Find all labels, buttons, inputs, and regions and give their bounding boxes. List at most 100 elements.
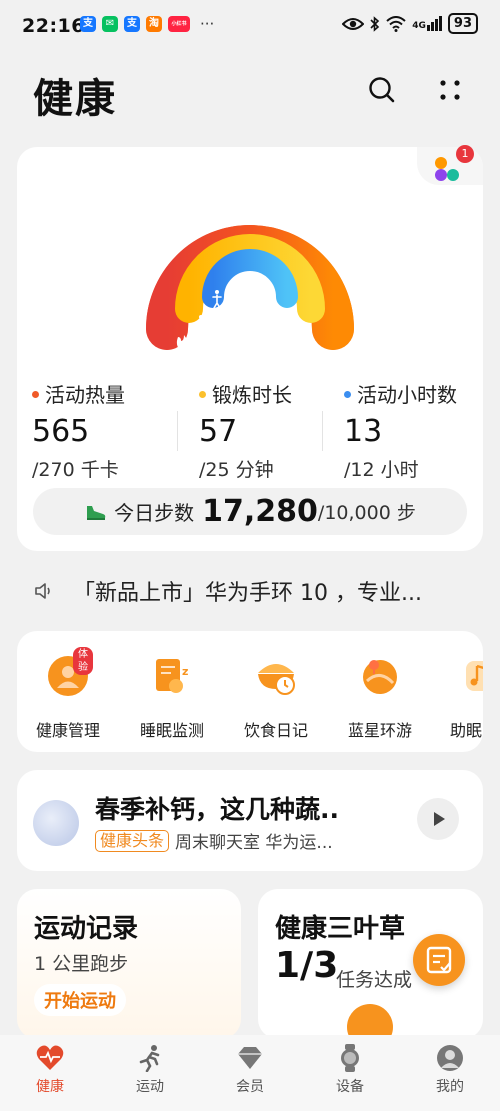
xiaohongshu-icon: 小红书 bbox=[168, 16, 190, 32]
tab-health[interactable]: 健康 bbox=[10, 1044, 90, 1096]
exercise-dot bbox=[199, 391, 206, 398]
page-title: 健康 bbox=[33, 76, 117, 122]
speaker-icon bbox=[35, 583, 50, 599]
tab-devices[interactable]: 设备 bbox=[310, 1044, 390, 1096]
steps-label: 今日步数 bbox=[114, 501, 195, 525]
clover-progress-label: 任务达成 bbox=[336, 969, 413, 991]
notification-count-badge: 1 bbox=[456, 145, 474, 163]
service-label: 睡眠监测 bbox=[139, 721, 204, 740]
metric-value: 565 bbox=[32, 414, 90, 449]
signal-icon: 4G bbox=[412, 16, 442, 31]
search-button[interactable] bbox=[364, 72, 400, 108]
bluetooth-icon bbox=[370, 15, 380, 32]
diamond-icon bbox=[238, 1047, 262, 1069]
svg-text:z: z bbox=[182, 665, 188, 678]
service-label: 健康管理 bbox=[35, 721, 100, 740]
eye-comfort-icon bbox=[342, 17, 365, 30]
health-news-card[interactable]: 春季补钙，这几种蔬.. 健康头条 周末聊天室 华为运... bbox=[17, 770, 483, 871]
search-icon bbox=[369, 77, 395, 103]
sleep-monitor-icon: z bbox=[156, 659, 188, 693]
active-hours-ring bbox=[202, 249, 298, 308]
watch-icon bbox=[341, 1044, 359, 1072]
more-options-button[interactable] bbox=[432, 72, 468, 108]
tab-profile[interactable]: 我的 bbox=[410, 1044, 490, 1096]
exercise-title: 运动记录 bbox=[34, 914, 139, 944]
metric-label-text: 锻炼时长 bbox=[212, 383, 292, 407]
service-label: 助眠 bbox=[450, 721, 483, 740]
metric-goal: /25 分钟 bbox=[199, 459, 274, 481]
news-title: 春季补钙，这几种蔬.. bbox=[95, 795, 339, 824]
metric-label: 活动小时数 bbox=[344, 379, 457, 408]
network-type: 4G bbox=[412, 21, 426, 31]
taobao-icon: 淘 bbox=[146, 16, 162, 32]
clover-graphic bbox=[347, 1004, 393, 1039]
metric-exercise-minutes[interactable]: 锻炼时长 57 /25 分钟 bbox=[199, 379, 292, 482]
play-button[interactable] bbox=[417, 798, 459, 840]
running-icon bbox=[139, 1045, 160, 1072]
exercise-record-card[interactable]: 运动记录 1 公里跑步 开始运动 bbox=[17, 889, 241, 1039]
play-icon bbox=[434, 812, 445, 826]
metric-value: 57 bbox=[199, 414, 238, 449]
activity-rings-chart[interactable] bbox=[17, 147, 483, 377]
activity-rings-card[interactable]: 1 活动热量 565 /270 千卡 锻炼时长 57 /25 分钟 活动小时数 … bbox=[17, 145, 483, 551]
status-app-icons: 支 ✉ 支 淘 小红书 ··· bbox=[80, 16, 214, 32]
more-notifications-icon: ··· bbox=[200, 15, 215, 33]
task-fab-button[interactable] bbox=[413, 934, 465, 986]
active-hours-dot bbox=[344, 391, 351, 398]
metric-label-text: 活动热量 bbox=[45, 383, 125, 407]
metric-label: 活动热量 bbox=[32, 379, 125, 408]
tab-label: 会员 bbox=[236, 1079, 264, 1095]
tab-membership[interactable]: 会员 bbox=[210, 1044, 290, 1096]
metric-active-hours[interactable]: 活动小时数 13 /12 小时 bbox=[344, 379, 457, 482]
shoe-icon bbox=[87, 505, 106, 520]
news-tag: 健康头条 bbox=[95, 829, 170, 852]
service-sleep-aid[interactable]: 助眠 bbox=[436, 645, 483, 741]
service-health-management[interactable]: 体验 健康管理 bbox=[20, 645, 116, 741]
metric-goal: /12 小时 bbox=[344, 459, 419, 481]
feature-badge-button[interactable]: 1 bbox=[417, 145, 483, 185]
exercise-subtitle: 1 公里跑步 bbox=[34, 953, 129, 975]
metric-calories[interactable]: 活动热量 565 /270 千卡 bbox=[32, 379, 125, 482]
checklist-icon bbox=[426, 946, 452, 974]
tab-label: 健康 bbox=[36, 1079, 64, 1095]
clover-progress: 1/3 bbox=[275, 945, 339, 986]
wechat-icon: ✉ bbox=[102, 16, 118, 32]
status-time: 22:16 bbox=[22, 15, 85, 37]
service-sleep-monitor[interactable]: z 睡眠监测 bbox=[124, 645, 220, 741]
steps-summary[interactable]: 今日步数 17,280 /10,000 步 bbox=[33, 488, 467, 535]
blue-planet-icon bbox=[363, 660, 397, 694]
metric-value: 13 bbox=[344, 414, 383, 449]
service-label: 蓝星环游 bbox=[347, 721, 412, 740]
news-thumbnail bbox=[33, 800, 79, 846]
divider bbox=[177, 411, 178, 451]
metric-label-text: 活动小时数 bbox=[357, 383, 457, 407]
profile-icon bbox=[437, 1045, 463, 1071]
steps-value: 17,280 bbox=[202, 494, 318, 529]
alipay-icon: 支 bbox=[124, 16, 140, 32]
tab-label: 我的 bbox=[436, 1079, 464, 1095]
calories-dot bbox=[32, 391, 39, 398]
news-meta: 健康头条 周末聊天室 华为运... bbox=[95, 828, 333, 853]
trial-badge: 体验 bbox=[73, 647, 93, 675]
start-exercise-button[interactable]: 开始运动 bbox=[34, 984, 126, 1016]
status-bar: 22:16 支 ✉ 支 淘 小红书 ··· 4G 93 bbox=[0, 0, 500, 52]
tab-label: 设备 bbox=[336, 1079, 364, 1095]
tab-exercise[interactable]: 运动 bbox=[110, 1044, 190, 1096]
heart-pulse-icon bbox=[36, 1045, 64, 1070]
wifi-icon bbox=[386, 15, 406, 32]
tab-label: 运动 bbox=[136, 1079, 164, 1095]
divider bbox=[322, 411, 323, 451]
more-dots-icon bbox=[440, 80, 460, 100]
metric-goal: /270 千卡 bbox=[32, 459, 119, 481]
service-diet-diary[interactable]: 饮食日记 bbox=[228, 645, 324, 741]
bottom-tab-bar: 健康 运动 会员 设备 我的 bbox=[0, 1035, 500, 1111]
announcement-text: 「新品上市」华为手环 10 ，专业... bbox=[73, 581, 422, 606]
announcement-ticker[interactable]: 「新品上市」华为手环 10 ，专业... bbox=[33, 575, 473, 607]
status-indicators: 4G 93 bbox=[342, 13, 478, 34]
steps-goal: /10,000 步 bbox=[317, 502, 416, 524]
services-card: 体验 健康管理 z 睡眠监测 饮食日记 蓝星环游 助眠 bbox=[17, 631, 483, 752]
battery-indicator: 93 bbox=[447, 13, 478, 34]
service-blue-planet[interactable]: 蓝星环游 bbox=[332, 645, 428, 741]
news-source: 周末聊天室 华为运... bbox=[175, 833, 333, 853]
metric-label: 锻炼时长 bbox=[199, 379, 292, 408]
